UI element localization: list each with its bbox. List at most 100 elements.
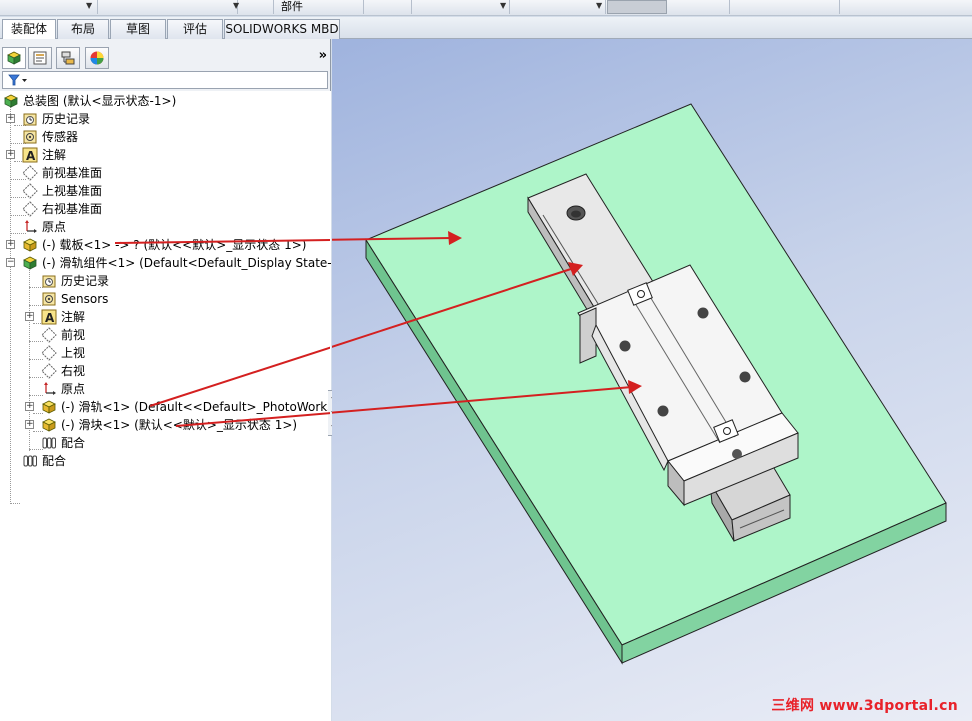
feature-manager-panel: » 总装图 (默认<显示状态-1>) + 历史记录 传感器 + A 注解 前视基… (0, 39, 349, 721)
tab-assembly[interactable]: 装配体 (2, 19, 56, 40)
subassembly-icon (23, 256, 37, 270)
carriage-hole (657, 405, 669, 417)
propertymanager-tab[interactable] (28, 47, 52, 69)
carriage-hole (697, 307, 709, 319)
history-icon (42, 275, 56, 288)
tree-item-label: 总装图 (默认<显示状态-1>) (23, 94, 177, 108)
part-icon (23, 238, 37, 252)
expand-toggle[interactable]: + (25, 402, 34, 411)
toolbar-segment[interactable] (0, 0, 98, 14)
tree-item-label: 历史记录 (42, 112, 91, 126)
tree-item-sub-history[interactable]: 历史记录 (0, 272, 331, 290)
tree-item-history[interactable]: + 历史记录 (0, 110, 331, 128)
tree-item-label: 右视 (61, 364, 86, 378)
tree-item-sub-top[interactable]: 上视 (0, 344, 331, 362)
tree-item-sub-origin[interactable]: 原点 (0, 380, 331, 398)
dropdown-arrow-icon[interactable]: ▼ (500, 1, 506, 10)
tree-item-sub-mates[interactable]: 配合 (0, 434, 331, 452)
featuremanager-tab[interactable] (2, 47, 26, 69)
part-icon (42, 400, 56, 414)
part-icon (42, 418, 56, 432)
toolbar-segment[interactable] (98, 0, 238, 14)
carriage-hole (739, 371, 751, 383)
featuremanager-icon (7, 51, 21, 65)
tree-item-mates[interactable]: 配合 (0, 452, 331, 470)
toolbar-segment[interactable] (364, 0, 412, 14)
expand-toggle[interactable]: + (6, 150, 15, 159)
displaymanager-icon (90, 51, 104, 65)
toolbar-segment[interactable] (668, 0, 730, 14)
tree-item-front-plane[interactable]: 前视基准面 (0, 164, 331, 182)
carriage-hole (619, 340, 631, 352)
origin-icon (44, 382, 56, 395)
tree-item-label: (-) 滑块<1> (默认<<默认>_显示状态 1>) (61, 418, 298, 432)
toolbar-segment[interactable] (238, 0, 274, 14)
tab-sketch[interactable]: 草图 (110, 19, 166, 39)
dropdown-arrow-icon[interactable]: ▼ (86, 1, 92, 10)
tree-item-right-plane[interactable]: 右视基准面 (0, 200, 331, 218)
tree-item-origin[interactable]: 原点 (0, 218, 331, 236)
tree-item-sub-sensors[interactable]: Sensors (0, 290, 331, 308)
expand-toggle[interactable]: + (25, 312, 34, 321)
toolbar-active-button[interactable] (607, 0, 667, 14)
tab-solidworks-mbd[interactable]: SOLIDWORKS MBD (224, 19, 340, 39)
mates-icon (23, 455, 37, 467)
toolbar-segment[interactable] (730, 0, 840, 14)
annotation-icon: A (22, 147, 38, 163)
feature-tree: 总装图 (默认<显示状态-1>) + 历史记录 传感器 + A 注解 前视基准面… (0, 91, 349, 721)
graphics-viewport[interactable]: 三维网 www.3dportal.cn (332, 39, 972, 721)
mates-icon (42, 437, 56, 449)
tree-item-sub-front[interactable]: 前视 (0, 326, 331, 344)
propertymanager-icon (33, 51, 47, 65)
tree-item-label: 前视基准面 (42, 166, 103, 180)
collapse-toggle[interactable]: − (6, 258, 15, 267)
tab-evaluate[interactable]: 评估 (167, 19, 223, 39)
tree-item-label: (-) 滑轨<1> (Default<<Default>_PhotoWorks … (61, 400, 347, 414)
tree-item-label: 原点 (42, 220, 67, 234)
expand-toggle[interactable]: + (25, 420, 34, 429)
plane-icon (22, 201, 38, 217)
expand-toggle[interactable]: + (6, 114, 15, 123)
tree-item-label: 传感器 (42, 130, 79, 144)
tree-item-sub-right[interactable]: 右视 (0, 362, 331, 380)
tree-item-label: 上视 (61, 346, 86, 360)
expand-toggle[interactable]: + (6, 240, 15, 249)
tree-item-label: 注解 (61, 310, 86, 324)
tree-item-sensors[interactable]: 传感器 (0, 128, 331, 146)
tab-layout[interactable]: 布局 (57, 19, 109, 39)
sensor-icon (42, 292, 56, 306)
tree-item-sub-annotations[interactable]: + A 注解 (0, 308, 331, 326)
watermark: 三维网 www.3dportal.cn (771, 698, 958, 714)
model-view (332, 103, 947, 665)
tree-filter[interactable] (2, 71, 328, 89)
svg-text:A: A (45, 311, 55, 325)
tree-item-rail[interactable]: + (-) 滑轨<1> (Default<<Default>_PhotoWork… (0, 398, 347, 416)
tree-item-label: 原点 (61, 382, 86, 396)
history-icon (23, 113, 37, 126)
annotation-icon: A (41, 309, 57, 325)
toolbar-segment[interactable] (510, 0, 606, 14)
plane-icon (41, 345, 57, 361)
tree-item-annotations[interactable]: + A 注解 (0, 146, 331, 164)
tree-item-label: 配合 (61, 436, 86, 450)
dropdown-arrow-icon[interactable]: ▼ (596, 1, 602, 10)
tree-item-rail-assembly[interactable]: − (-) 滑轨组件<1> (Default<Default_Display S… (0, 254, 349, 272)
tree-item-root-assembly[interactable]: 总装图 (默认<显示状态-1>) (0, 92, 331, 110)
tree-item-plate[interactable]: + (-) 载板<1> -> ? (默认<<默认>_显示状态 1>) (0, 236, 331, 254)
tree-item-block[interactable]: + (-) 滑块<1> (默认<<默认>_显示状态 1>) (0, 416, 331, 434)
tree-item-top-plane[interactable]: 上视基准面 (0, 182, 331, 200)
toolbar-segment[interactable] (840, 0, 972, 14)
panel-tabs: » (0, 47, 331, 69)
tree-item-label: Sensors (61, 292, 109, 306)
configurationmanager-tab[interactable] (56, 47, 80, 69)
tree-item-label: 注解 (42, 148, 67, 162)
filter-icon[interactable] (8, 73, 28, 87)
panel-more-button[interactable]: » (319, 48, 327, 63)
toolbar-segment[interactable] (274, 0, 364, 14)
tree-item-label: (-) 载板<1> -> ? (默认<<默认>_显示状态 1>) (42, 238, 307, 252)
toolbar-segment[interactable] (412, 0, 510, 14)
svg-text:A: A (26, 149, 36, 163)
tree-item-label: 上视基准面 (42, 184, 103, 198)
assembly-icon (4, 94, 18, 108)
displaymanager-tab[interactable] (85, 47, 109, 69)
